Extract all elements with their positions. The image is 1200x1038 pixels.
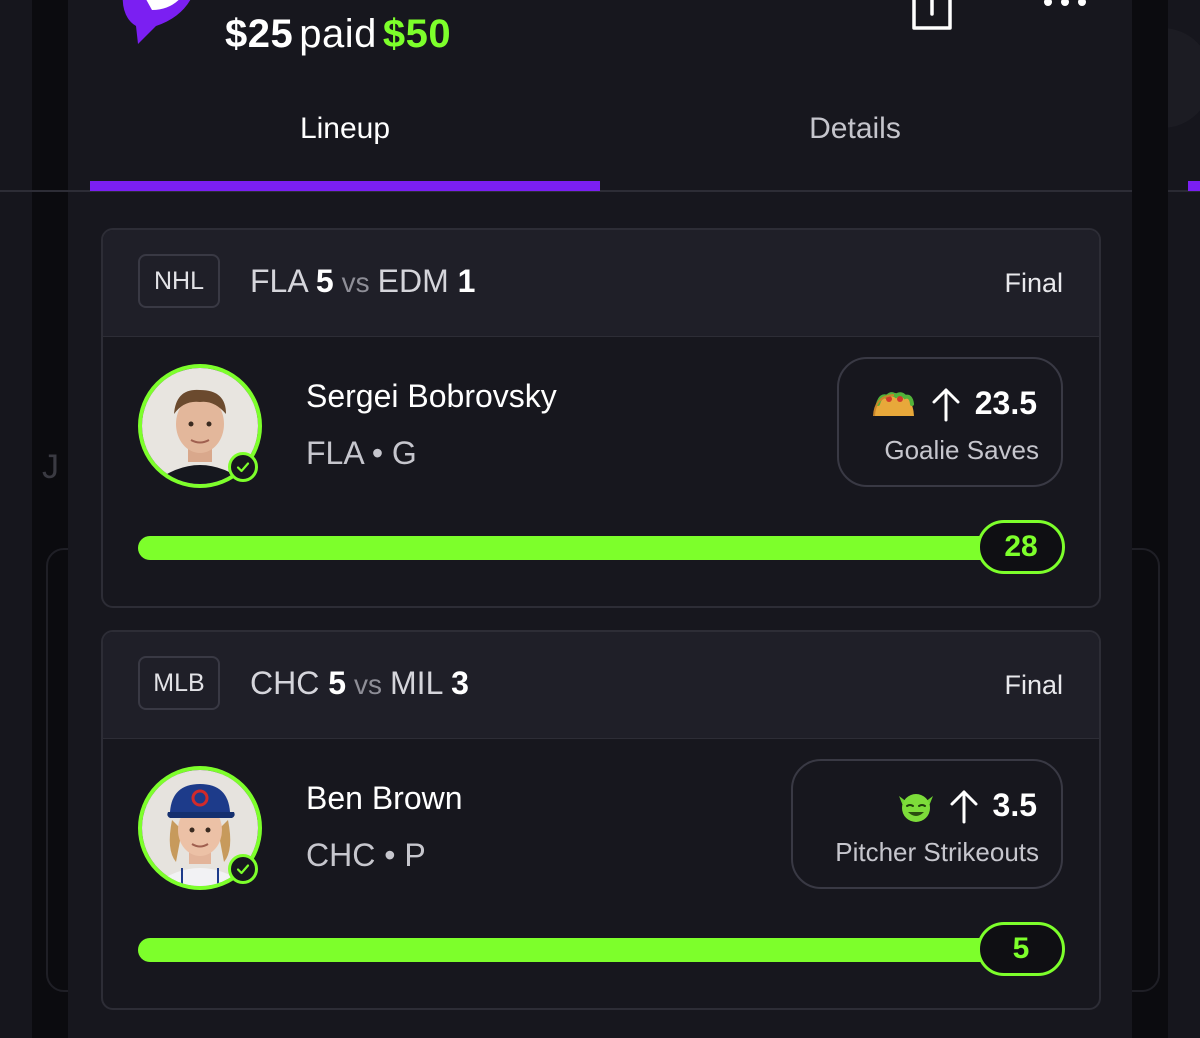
matchup-score: FLA 5 vs EDM 1 (250, 263, 475, 300)
active-tab-indicator (90, 181, 600, 191)
player-team-position: CHC • P (306, 837, 426, 873)
team-2: MIL (390, 665, 443, 701)
team-1-score: 5 (315, 263, 334, 299)
pick-line-value: 23.5 (974, 385, 1037, 421)
app-logo-icon (122, 0, 191, 44)
team-2: EDM (377, 263, 449, 299)
vs-label: vs (341, 267, 370, 298)
pick-stat-type: Goalie Saves (884, 435, 1039, 465)
stat-progress-bar (138, 938, 1064, 962)
actual-result: 28 (977, 520, 1065, 574)
tab-bar: Lineup Details (68, 96, 1132, 192)
stat-progress-fill (138, 536, 1064, 560)
game-status: Final (1004, 268, 1063, 298)
header-divider (0, 190, 68, 192)
entry-summary: $25 paid $50 (225, 12, 451, 57)
matchup-score: CHC 5 vs MIL 3 (250, 665, 469, 702)
team-1: CHC (250, 665, 320, 701)
team-1-score: 5 (328, 665, 347, 701)
more-options-icon[interactable] (1040, 0, 1090, 10)
taco-emoji-icon (872, 391, 914, 416)
verified-check-icon (228, 854, 258, 884)
player-avatar[interactable] (138, 364, 262, 488)
goblin-emoji-icon (898, 793, 933, 822)
player-name: Sergei Bobrovsky (306, 378, 557, 414)
player-avatar[interactable] (138, 766, 262, 890)
background-left-screen: J (0, 0, 90, 1038)
tab-details[interactable]: Details (600, 96, 1110, 188)
pick-projection[interactable]: 23.5 Goalie Saves (837, 357, 1063, 487)
verified-check-icon (228, 452, 258, 482)
vs-label: vs (354, 669, 383, 700)
team-2-score: 3 (451, 665, 469, 701)
background-tab-indicator (1188, 181, 1200, 191)
league-badge: MLB (138, 656, 220, 710)
pick-card[interactable]: NHL FLA 5 vs EDM 1 Final Sergei Bobrovsky (101, 228, 1101, 608)
arrow-up-icon (950, 790, 978, 823)
pick-projection[interactable]: 3.5 Pitcher Strikeouts (791, 759, 1063, 889)
entry-amount: $25 (225, 12, 294, 56)
payout-amount: $50 (382, 12, 452, 56)
team-2-score: 1 (457, 263, 476, 299)
player-name: Ben Brown (306, 780, 463, 816)
league-badge: NHL (138, 254, 220, 308)
game-header: MLB CHC 5 vs MIL 3 Final (103, 632, 1099, 739)
background-ghost-text: J (42, 448, 59, 486)
share-icon[interactable] (904, 0, 960, 36)
pick-stat-type: Pitcher Strikeouts (835, 837, 1039, 867)
game-header: NHL FLA 5 vs EDM 1 Final (103, 230, 1099, 337)
background-right-screen (1112, 0, 1200, 1038)
team-1: FLA (250, 263, 307, 299)
paid-label: paid (299, 12, 377, 56)
stat-progress-fill (138, 938, 1064, 962)
stat-progress-bar (138, 536, 1064, 560)
tab-lineup[interactable]: Lineup (90, 96, 600, 188)
pick-line-row: 3.5 (897, 787, 1037, 824)
pick-card[interactable]: MLB CHC 5 vs MIL 3 Final Ben Brown CHC •… (101, 630, 1101, 1010)
pick-line-row: 23.5 (871, 385, 1037, 422)
arrow-up-icon (932, 388, 960, 421)
actual-result: 5 (977, 922, 1065, 976)
pick-line-value: 3.5 (992, 787, 1037, 823)
player-team-position: FLA • G (306, 435, 417, 471)
game-status: Final (1004, 670, 1063, 700)
